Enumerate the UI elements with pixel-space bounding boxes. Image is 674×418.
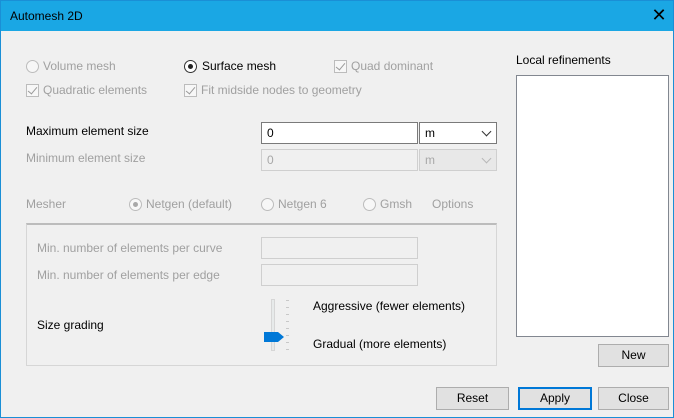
new-refinement-button[interactable]: New xyxy=(598,344,669,367)
mesher-label: Mesher xyxy=(26,197,67,211)
min-elements-per-edge-input[interactable] xyxy=(261,264,418,286)
netgen6-radio[interactable] xyxy=(261,198,274,211)
gmsh-radio[interactable] xyxy=(363,198,376,211)
quadratic-elements-checkbox[interactable] xyxy=(26,84,39,97)
min-element-unit-select[interactable]: m xyxy=(419,149,497,171)
slider-tick xyxy=(286,300,289,301)
min-element-unit-value: m xyxy=(425,153,435,167)
fit-midside-checkbox[interactable] xyxy=(184,84,197,97)
max-element-size-label: Maximum element size xyxy=(26,124,149,138)
min-elements-per-curve-input[interactable] xyxy=(261,237,418,259)
min-elements-per-curve-label: Min. number of elements per curve xyxy=(37,241,223,255)
surface-mesh-label: Surface mesh xyxy=(202,59,277,73)
local-refinements-list[interactable] xyxy=(516,75,669,337)
netgen-default-label: Netgen (default) xyxy=(146,197,233,211)
volume-mesh-label: Volume mesh xyxy=(43,59,116,73)
local-refinements-title: Local refinements xyxy=(516,53,611,67)
slider-tick xyxy=(286,349,289,350)
reset-button[interactable]: Reset xyxy=(436,387,509,410)
fit-midside-label: Fit midside nodes to geometry xyxy=(201,83,362,97)
slider-tick xyxy=(286,307,289,308)
size-grading-slider-track[interactable] xyxy=(271,299,275,351)
surface-mesh-radio[interactable] xyxy=(184,60,197,73)
max-element-unit-value: m xyxy=(425,126,435,140)
slider-tick xyxy=(286,335,289,336)
chevron-down-icon xyxy=(481,126,492,137)
quadratic-elements-label: Quadratic elements xyxy=(43,83,148,97)
max-element-size-input[interactable]: 0 xyxy=(261,122,418,144)
min-element-size-label: Minimum element size xyxy=(26,151,146,165)
min-element-size-input[interactable]: 0 xyxy=(261,149,418,171)
slider-tick xyxy=(286,314,289,315)
chevron-down-icon xyxy=(481,153,492,164)
netgen6-label: Netgen 6 xyxy=(278,197,327,211)
options-label: Options xyxy=(432,197,474,211)
slider-tick xyxy=(286,342,289,343)
apply-button[interactable]: Apply xyxy=(518,387,592,410)
slider-tick xyxy=(286,321,289,322)
min-elements-per-edge-label: Min. number of elements per edge xyxy=(37,268,220,282)
gmsh-label: Gmsh xyxy=(380,197,413,211)
slider-tick xyxy=(286,328,289,329)
max-element-unit-select[interactable]: m xyxy=(419,122,497,144)
aggressive-label: Aggressive (fewer elements) xyxy=(313,299,466,313)
quad-dominant-checkbox[interactable] xyxy=(334,60,347,73)
gradual-label: Gradual (more elements) xyxy=(313,337,447,351)
quad-dominant-label: Quad dominant xyxy=(351,59,434,73)
close-button[interactable]: Close xyxy=(598,387,669,410)
volume-mesh-radio[interactable] xyxy=(26,60,39,73)
automesh-dialog: Automesh 2D ✕ Volume mesh Surface mesh Q… xyxy=(0,0,674,418)
title-bar: Automesh 2D ✕ xyxy=(1,1,673,31)
netgen-default-radio[interactable] xyxy=(129,198,142,211)
window-title: Automesh 2D xyxy=(10,9,83,23)
size-grading-label: Size grading xyxy=(37,318,104,332)
close-icon[interactable]: ✕ xyxy=(649,5,669,25)
